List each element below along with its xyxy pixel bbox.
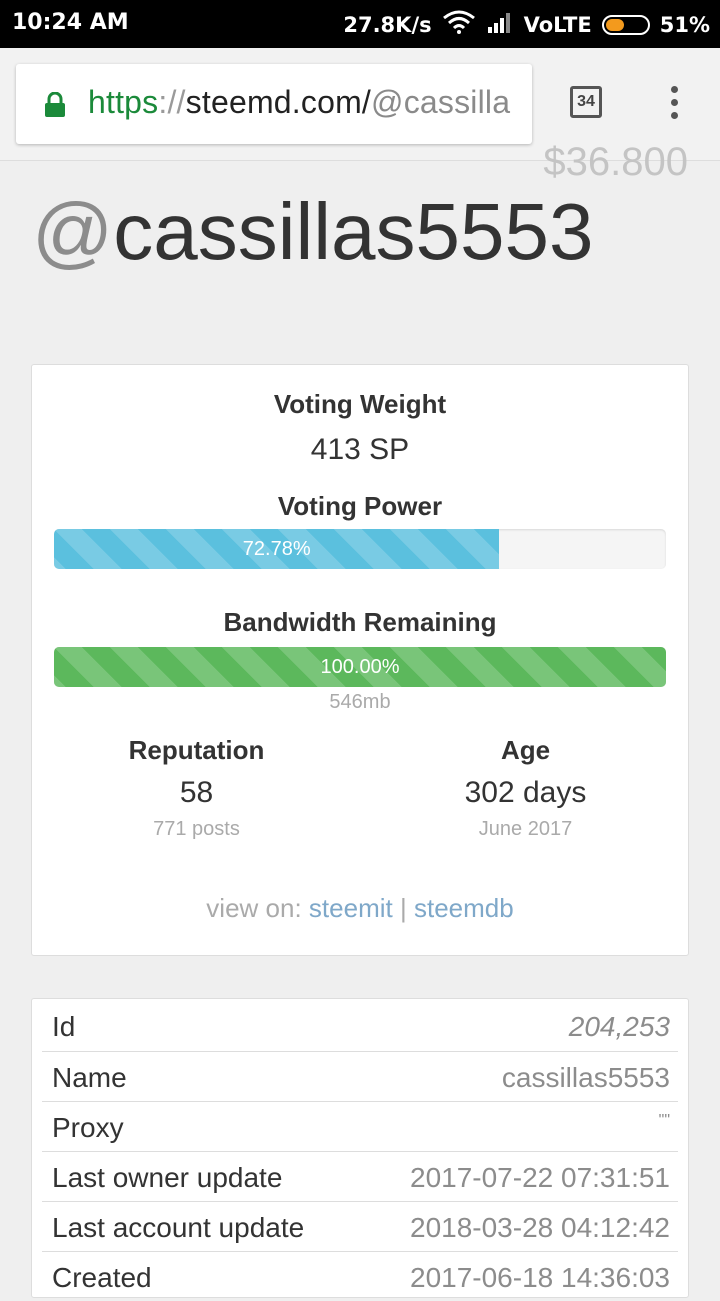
table-row: Name cassillas5553 bbox=[42, 1051, 678, 1101]
row-value: 2017-07-22 07:31:51 bbox=[410, 1162, 670, 1193]
username: cassillas5553 bbox=[113, 187, 594, 276]
stats-card: Voting Weight 413 SP Voting Power 72.78%… bbox=[31, 364, 689, 956]
reputation-value: 58 bbox=[179, 776, 214, 809]
table-row: Created 2017-06-18 14:36:03 bbox=[42, 1251, 678, 1301]
reputation-posts: 771 posts bbox=[153, 818, 240, 840]
tab-switcher-button[interactable]: 34 bbox=[570, 86, 602, 118]
voting-power-bar: 72.78% bbox=[54, 529, 500, 569]
age-column: Age 302 days June 2017 bbox=[361, 735, 690, 841]
row-value: "" bbox=[658, 1112, 670, 1129]
row-value: 204,253 bbox=[568, 1011, 670, 1042]
status-right: 27.8K/s VoLTE 51% bbox=[343, 10, 710, 39]
voting-weight-value: 413 SP bbox=[310, 433, 410, 466]
link-separator: | bbox=[399, 893, 407, 923]
steemdb-link[interactable]: steemdb bbox=[414, 893, 514, 923]
status-time: 10:24 AM bbox=[12, 10, 129, 35]
wifi-icon bbox=[442, 10, 476, 39]
url-path: @cassilla bbox=[371, 84, 511, 120]
reputation-label: Reputation bbox=[128, 735, 265, 765]
battery-percent: 51% bbox=[659, 12, 710, 37]
row-value: cassillas5553 bbox=[501, 1062, 670, 1093]
table-row: Last account update 2018-03-28 04:12:42 bbox=[42, 1201, 678, 1251]
battery-icon bbox=[601, 14, 650, 35]
url-bar[interactable]: https://steemd.com/@cassilla bbox=[16, 64, 532, 144]
steemit-link[interactable]: steemit bbox=[309, 893, 393, 923]
age-value: 302 days bbox=[464, 776, 587, 809]
url-scheme: https bbox=[88, 84, 159, 120]
page-title: @cassillas5553 bbox=[32, 186, 594, 278]
bandwidth-progress: 100.00% bbox=[54, 647, 666, 687]
url-host: steemd.com/ bbox=[185, 84, 372, 120]
menu-icon[interactable] bbox=[668, 86, 680, 122]
bandwidth-label: Bandwidth Remaining bbox=[223, 607, 497, 637]
row-key: Id bbox=[52, 1011, 76, 1042]
view-on-links: view on: steemit | steemdb bbox=[32, 893, 688, 924]
battery-fill bbox=[605, 18, 625, 31]
age-label: Age bbox=[500, 735, 551, 765]
network-type: VoLTE bbox=[523, 12, 592, 37]
account-details-table: Id 204,253 Name cassillas5553 Proxy "" L… bbox=[31, 998, 689, 1298]
row-key: Created bbox=[52, 1262, 152, 1293]
age-since: June 2017 bbox=[478, 818, 573, 840]
row-key: Name bbox=[52, 1062, 127, 1093]
account-value-cutoff: $36.800 bbox=[543, 140, 688, 178]
row-key: Last account update bbox=[52, 1212, 305, 1243]
table-row: Id 204,253 bbox=[42, 1001, 678, 1051]
row-key: Last owner update bbox=[52, 1162, 283, 1193]
signal-icon bbox=[486, 11, 514, 38]
view-on-label: view on: bbox=[206, 893, 302, 923]
bandwidth-bar: 100.00% bbox=[54, 647, 666, 687]
status-bar: 10:24 AM 27.8K/s VoLTE 51% bbox=[0, 0, 720, 48]
row-value: 2017-06-18 14:36:03 bbox=[410, 1262, 670, 1293]
table-row: Last owner update 2017-07-22 07:31:51 bbox=[42, 1151, 678, 1201]
voting-power-label: Voting Power bbox=[277, 491, 443, 521]
lock-icon bbox=[44, 91, 66, 118]
reputation-column: Reputation 58 771 posts bbox=[32, 735, 361, 841]
table-row: Proxy "" bbox=[42, 1101, 678, 1151]
url-text: https://steemd.com/@cassilla bbox=[88, 84, 510, 121]
username-at: @ bbox=[32, 187, 114, 276]
row-value: 2018-03-28 04:12:42 bbox=[410, 1212, 670, 1243]
url-separator: :// bbox=[158, 84, 186, 120]
row-key: Proxy bbox=[52, 1112, 124, 1143]
voting-power-progress: 72.78% bbox=[54, 529, 666, 569]
voting-weight-label: Voting Weight bbox=[273, 389, 447, 419]
bandwidth-size: 546mb bbox=[329, 691, 391, 713]
network-speed: 27.8K/s bbox=[343, 12, 432, 37]
